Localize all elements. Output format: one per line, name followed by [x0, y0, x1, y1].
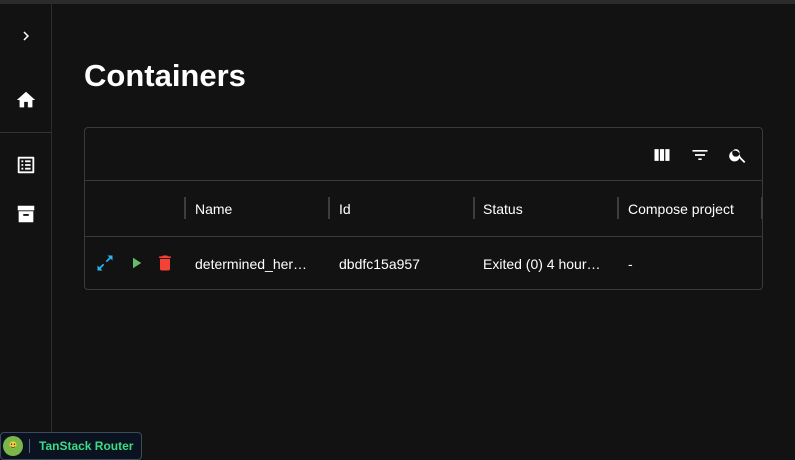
columns-icon: [654, 149, 670, 161]
table-header: Name Id Status Compose project: [85, 181, 763, 237]
cell-name: determined_her…: [195, 255, 308, 272]
sidebar-item-home[interactable]: [0, 80, 52, 120]
search-button[interactable]: [723, 140, 753, 170]
home-icon: [16, 91, 36, 108]
column-separator[interactable]: [328, 197, 330, 219]
expand-button[interactable]: [93, 251, 117, 275]
top-border: [0, 0, 795, 4]
search-icon: [729, 149, 746, 163]
column-separator[interactable]: [761, 197, 763, 219]
expand-icon: [97, 255, 113, 271]
tanstack-router-devtools-button[interactable]: TanStack Router: [0, 432, 142, 460]
sidebar-item-list[interactable]: [0, 145, 52, 185]
column-header-name[interactable]: Name: [195, 181, 232, 237]
containers-table-panel: Name Id Status Compose project determine…: [84, 127, 763, 290]
delete-icon: [159, 255, 171, 271]
table-toolbar: [85, 128, 762, 181]
filter-icon: [692, 150, 708, 160]
play-icon: [133, 257, 142, 269]
delete-button[interactable]: [153, 251, 177, 275]
start-button[interactable]: [124, 251, 148, 275]
column-header-status[interactable]: Status: [483, 181, 523, 237]
column-separator[interactable]: [184, 197, 186, 219]
cell-status: Exited (0) 4 hour…: [483, 255, 601, 272]
column-separator[interactable]: [473, 197, 475, 219]
sidebar-item-archive[interactable]: [0, 194, 52, 234]
devtools-divider: [29, 439, 30, 453]
filter-button[interactable]: [685, 140, 715, 170]
archive-icon: [17, 205, 35, 223]
list-icon: [17, 156, 35, 174]
table-row: determined_her… dbdfc15a957 Exited (0) 4…: [85, 237, 762, 290]
column-separator[interactable]: [617, 197, 619, 219]
cell-id: dbdfc15a957: [339, 255, 420, 272]
chevron-right-icon: [23, 31, 29, 41]
sidebar-divider: [0, 132, 51, 133]
sidebar: [0, 4, 52, 460]
cell-compose-project: -: [628, 255, 633, 272]
page-title: Containers: [84, 58, 246, 93]
sidebar-expand-button[interactable]: [0, 16, 52, 56]
column-header-compose-project[interactable]: Compose project: [628, 181, 734, 237]
tanstack-logo-icon: [3, 436, 23, 456]
columns-button[interactable]: [647, 140, 677, 170]
devtools-label: TanStack Router: [39, 439, 134, 453]
column-header-id[interactable]: Id: [339, 181, 351, 237]
